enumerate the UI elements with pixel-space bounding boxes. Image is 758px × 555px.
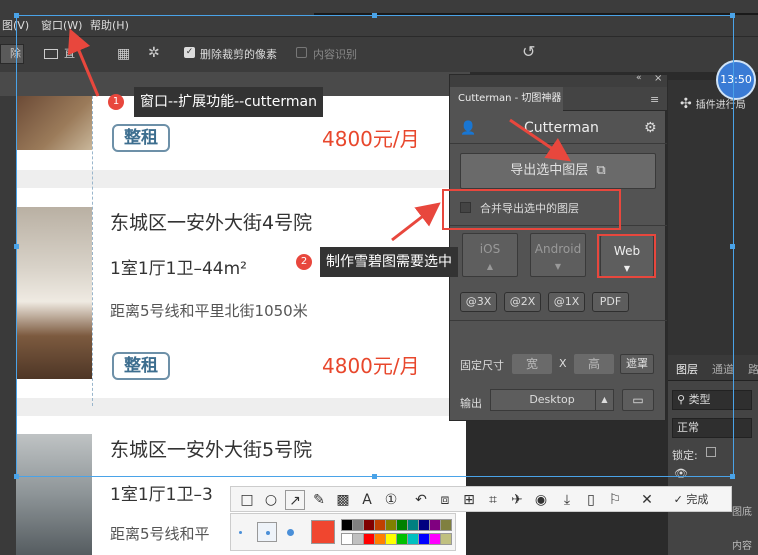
resize-handle[interactable]: [730, 244, 735, 249]
resize-handle[interactable]: [14, 13, 19, 18]
size-small-icon[interactable]: [239, 531, 242, 534]
done-button[interactable]: ✓ 完成: [661, 490, 721, 510]
resize-handle[interactable]: [372, 13, 377, 18]
number-marker-icon[interactable]: ①: [381, 490, 401, 510]
resize-handle[interactable]: [372, 474, 377, 479]
capture-toolbar: □ ○ ↗ ✎ ▩ A ① ↶ ⧈ ⊞ ⌗ ✈ ◉ ⤓ ▯ ⚐ ✕ ✓ 完成: [230, 486, 732, 512]
done-label: 完成: [686, 493, 709, 506]
undo-icon[interactable]: ↶: [411, 490, 431, 510]
ellipse-icon[interactable]: ○: [261, 490, 281, 510]
text-icon[interactable]: A: [357, 490, 377, 510]
color-toolbar: [230, 513, 456, 551]
resize-handle[interactable]: [730, 474, 735, 479]
phone-icon[interactable]: ▯: [581, 490, 601, 510]
current-color-swatch[interactable]: [311, 520, 335, 544]
pen-icon[interactable]: ✎: [309, 490, 329, 510]
download-icon[interactable]: ⤓: [557, 490, 577, 510]
color-swatch[interactable]: [440, 519, 452, 531]
resize-handle[interactable]: [14, 474, 19, 479]
mosaic-icon[interactable]: ▩: [333, 490, 353, 510]
resize-handle[interactable]: [730, 13, 735, 18]
screenshot-selection-frame[interactable]: [16, 15, 734, 477]
ocr-icon[interactable]: ⊞: [459, 490, 479, 510]
cancel-icon[interactable]: ✕: [637, 490, 657, 510]
scan-icon[interactable]: ⌗: [483, 490, 503, 510]
rectangle-icon[interactable]: □: [237, 490, 257, 510]
size-large-icon[interactable]: [287, 529, 294, 536]
bookmark-icon[interactable]: ⚐: [605, 490, 625, 510]
color-swatch[interactable]: [440, 533, 452, 545]
record-icon[interactable]: ◉: [531, 490, 551, 510]
color-palette: [341, 519, 453, 547]
resize-handle[interactable]: [14, 244, 19, 249]
crop-icon[interactable]: ⧈: [435, 490, 455, 510]
arrow-icon[interactable]: ↗: [285, 490, 305, 510]
pin-icon[interactable]: ✈: [507, 490, 527, 510]
size-medium-icon[interactable]: [257, 522, 277, 542]
